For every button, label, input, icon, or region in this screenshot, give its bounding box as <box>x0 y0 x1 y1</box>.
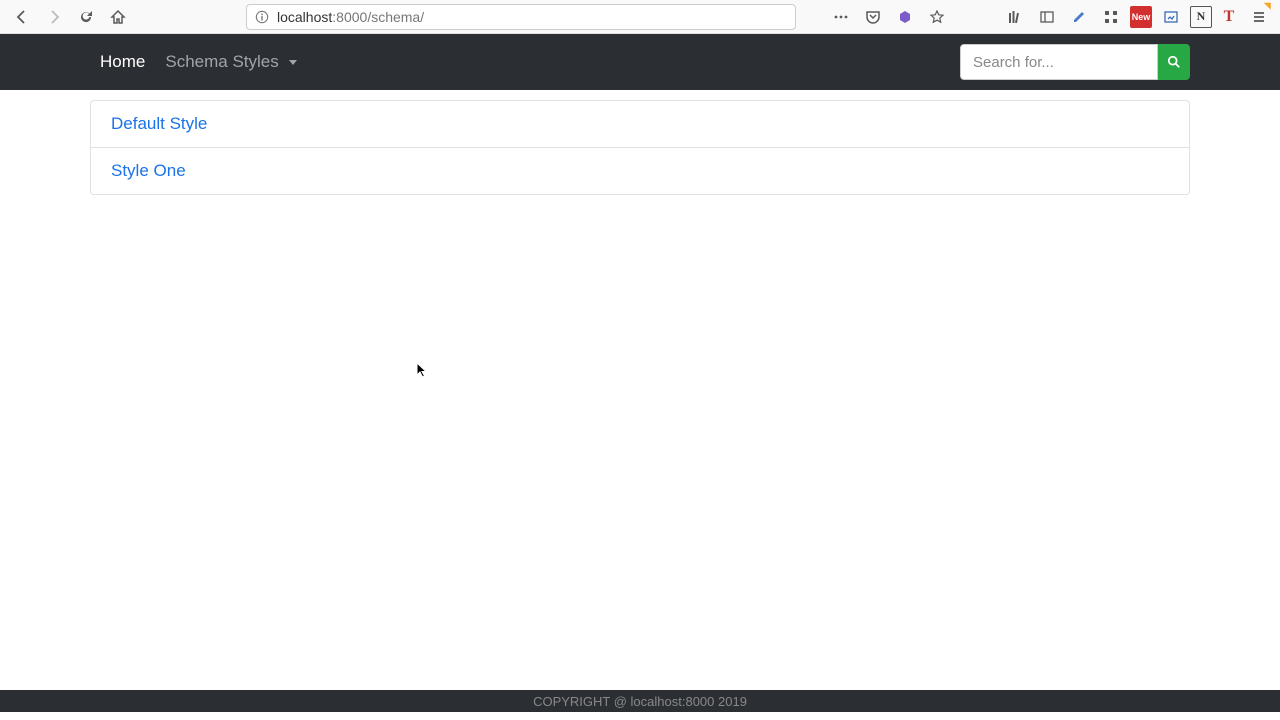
extension-screenshot-icon[interactable] <box>1158 4 1184 30</box>
browser-toolbar: localhost:8000/schema/ New <box>0 0 1280 34</box>
bookmark-star-icon[interactable] <box>924 4 950 30</box>
more-actions-button[interactable] <box>828 4 854 30</box>
footer: COPYRIGHT @ localhost:8000 2019 <box>0 690 1280 712</box>
sidebar-icon[interactable] <box>1034 4 1060 30</box>
nav-home[interactable]: Home <box>90 44 155 80</box>
apps-icon[interactable] <box>1098 4 1124 30</box>
style-list: Default Style Style One <box>90 100 1190 195</box>
home-button[interactable] <box>104 3 132 31</box>
footer-text: COPYRIGHT @ localhost:8000 2019 <box>533 694 747 709</box>
nav-schema-styles-dropdown[interactable]: Schema Styles <box>155 44 306 80</box>
reload-button[interactable] <box>72 3 100 31</box>
extension-new-badge[interactable]: New <box>1130 6 1152 28</box>
pocket-icon[interactable] <box>860 4 886 30</box>
chevron-down-icon <box>289 60 297 65</box>
main-content: Default Style Style One <box>0 90 1280 205</box>
url-path: /schema/ <box>367 9 424 25</box>
url-bar[interactable]: localhost:8000/schema/ <box>246 4 796 30</box>
app-navbar: Home Schema Styles <box>0 34 1280 90</box>
url-port: :8000 <box>332 9 367 25</box>
browser-right-controls: New N T <box>828 4 1272 30</box>
url-host: localhost <box>277 9 332 25</box>
info-icon <box>255 10 269 24</box>
list-item[interactable]: Style One <box>91 147 1189 194</box>
list-item[interactable]: Default Style <box>91 101 1189 147</box>
container-icon[interactable] <box>892 4 918 30</box>
search-icon <box>1167 55 1181 69</box>
library-icon[interactable] <box>1002 4 1028 30</box>
mouse-cursor <box>416 362 428 380</box>
search-input[interactable] <box>960 44 1158 80</box>
forward-button[interactable] <box>40 3 68 31</box>
hamburger-menu-button[interactable] <box>1246 4 1272 30</box>
edit-icon[interactable] <box>1066 4 1092 30</box>
search-button[interactable] <box>1158 44 1190 80</box>
nav-search <box>960 44 1190 80</box>
back-button[interactable] <box>8 3 36 31</box>
nav-dropdown-label: Schema Styles <box>165 52 278 72</box>
extension-t-icon[interactable]: T <box>1218 6 1240 28</box>
extension-n-icon[interactable]: N <box>1190 6 1212 28</box>
